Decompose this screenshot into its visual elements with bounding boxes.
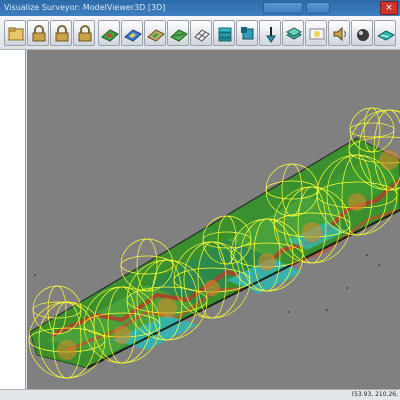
- sphere-button[interactable]: [351, 20, 373, 46]
- title-bar: Visualize Surveyor: ModelViewer3D [3D] ×: [0, 0, 400, 16]
- water-icon: [377, 30, 395, 41]
- layers-icon: [285, 27, 303, 40]
- terrain-icon: [101, 29, 119, 42]
- box-button[interactable]: [236, 20, 258, 46]
- terrain-icon: [170, 29, 188, 42]
- box-icon: [241, 27, 254, 40]
- grid-button[interactable]: [190, 20, 212, 46]
- sphere-icon: [357, 29, 369, 41]
- lock-icon: [32, 25, 46, 42]
- speaker-icon: [333, 26, 346, 42]
- lock-button-1[interactable]: [27, 20, 49, 46]
- lock-button-2[interactable]: [50, 20, 72, 46]
- title-tab-left[interactable]: [263, 2, 303, 14]
- lock-icon: [78, 25, 92, 42]
- speaker-button[interactable]: [328, 20, 350, 46]
- terrain-button-3[interactable]: [144, 20, 166, 46]
- shovel-icon: [266, 27, 276, 43]
- toolbar: [0, 16, 400, 50]
- window-title: Visualize Surveyor: ModelViewer3D [3D]: [4, 3, 166, 12]
- coordinates-readout: (53.93, 210.26,: [351, 391, 398, 398]
- lock-icon: [55, 25, 69, 42]
- terrain-button-1[interactable]: [98, 20, 120, 46]
- 3d-viewport[interactable]: [27, 50, 400, 389]
- light-icon: [309, 28, 325, 40]
- light-button[interactable]: [305, 20, 327, 46]
- terrain-scene: [28, 107, 400, 379]
- title-tab-right[interactable]: [306, 2, 330, 14]
- app-window: Visualize Surveyor: ModelViewer3D [3D] ×: [0, 0, 400, 400]
- shovel-button[interactable]: [259, 20, 281, 46]
- lock-button-3[interactable]: [73, 20, 95, 46]
- terrain-icon: [124, 29, 142, 42]
- stack-button[interactable]: [213, 20, 235, 46]
- side-panel[interactable]: [0, 50, 26, 389]
- close-button[interactable]: ×: [380, 1, 398, 15]
- status-bar: (53.93, 210.26,: [0, 389, 400, 400]
- water-button[interactable]: [374, 20, 396, 46]
- terrain-icon: [147, 29, 165, 42]
- open-icon: [8, 27, 24, 41]
- open-button[interactable]: [4, 20, 26, 46]
- layers-button[interactable]: [282, 20, 304, 46]
- terrain-button-4[interactable]: [167, 20, 189, 46]
- stack-icon: [218, 27, 232, 42]
- terrain-button-2[interactable]: [121, 20, 143, 46]
- grid-icon: [194, 29, 210, 42]
